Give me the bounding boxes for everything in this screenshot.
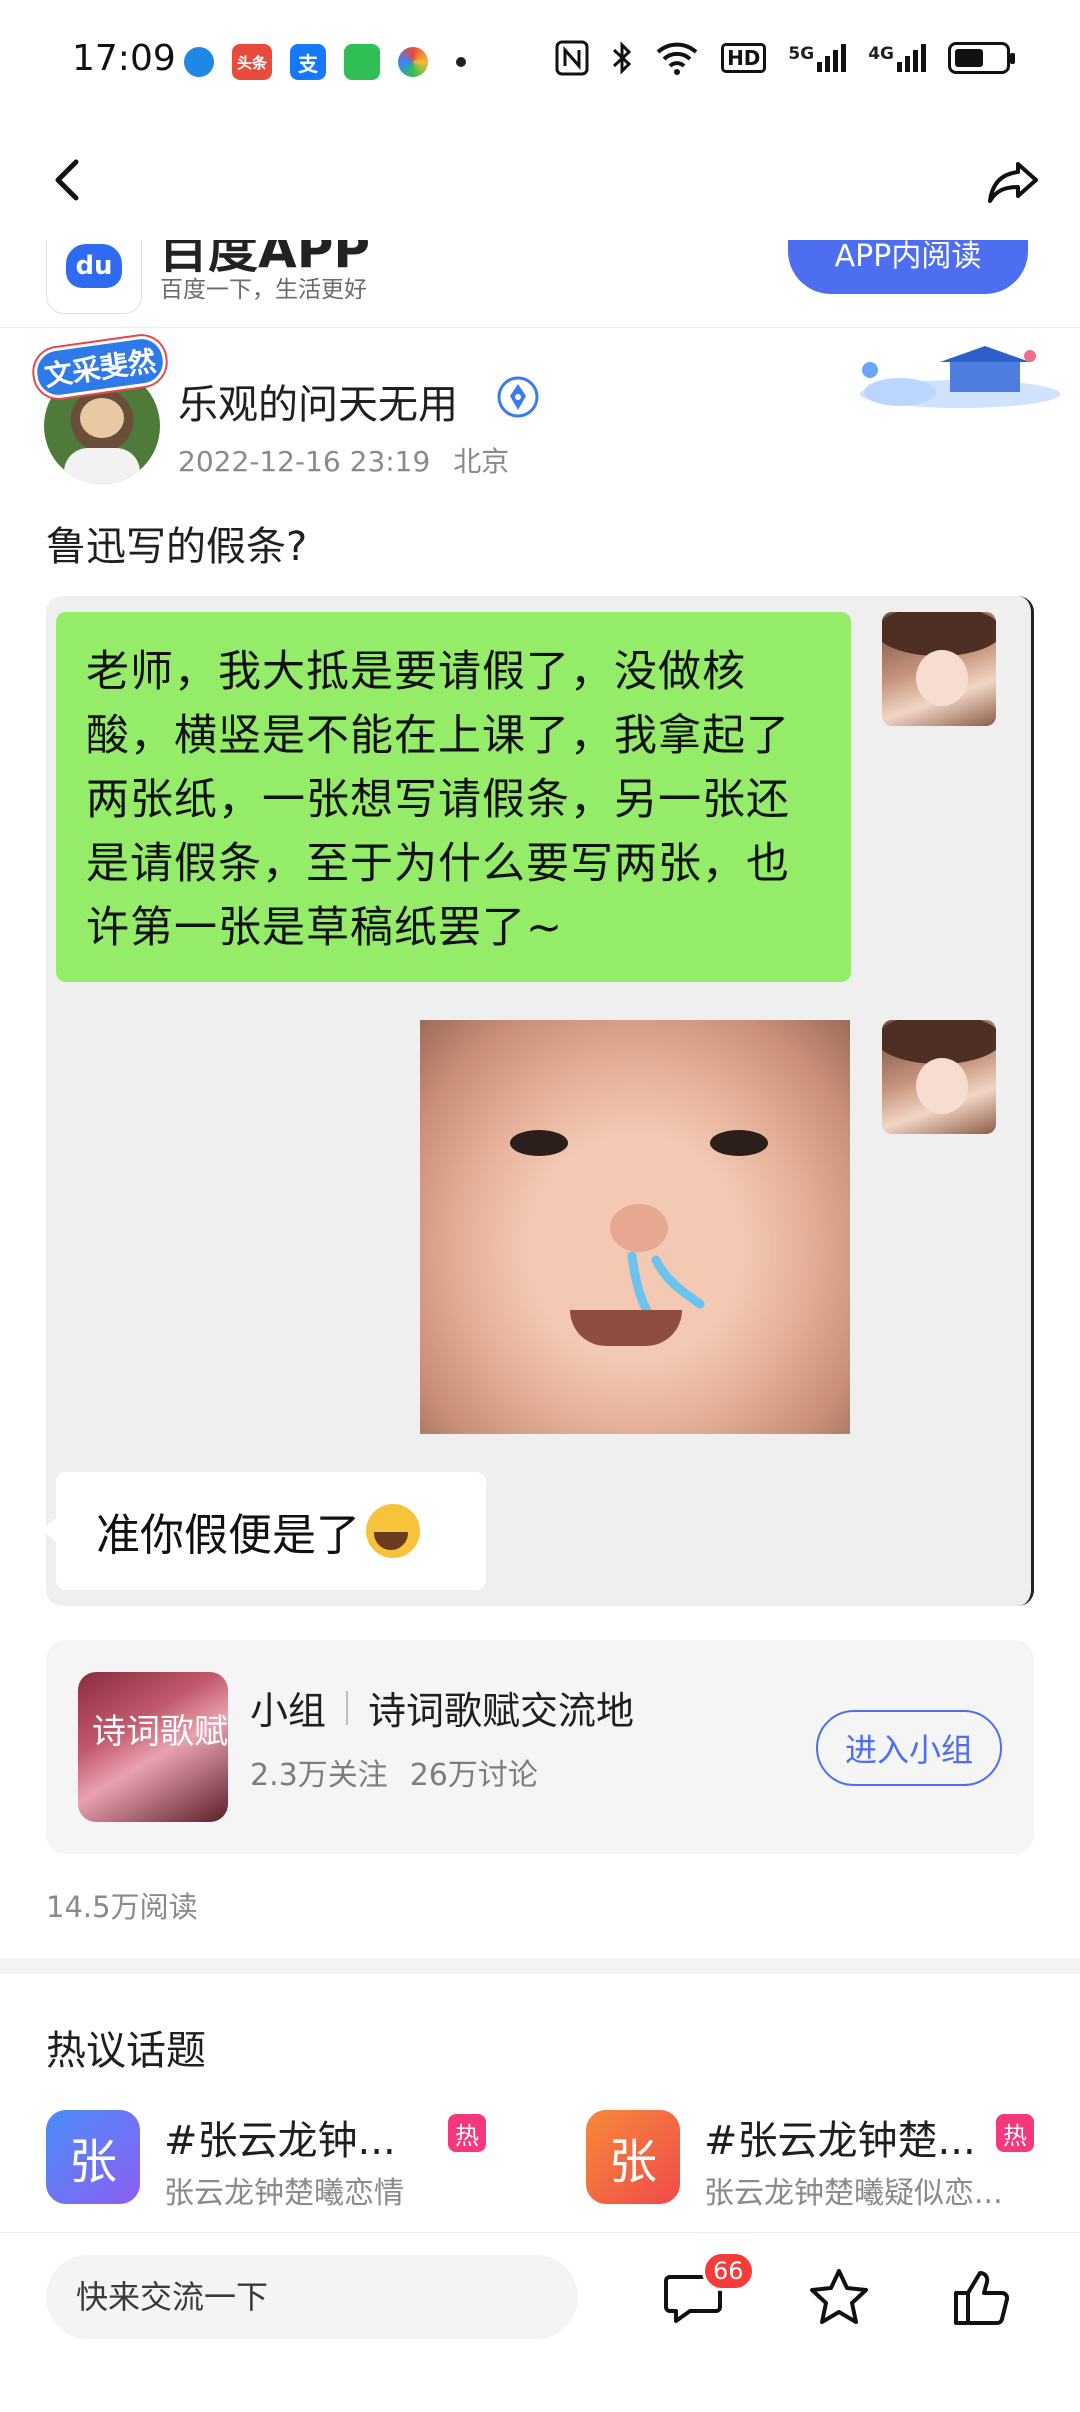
top-nav — [0, 120, 1080, 240]
topic-title: #张云龙钟... — [164, 2118, 396, 2164]
post-meta: 2022-12-16 23:19 北京 — [178, 440, 509, 480]
join-group-button[interactable]: 进入小组 — [816, 1710, 1002, 1786]
chat-reply-text: 准你假便是了 — [96, 1510, 360, 1561]
system-icons: HD 5G 4G — [555, 40, 1015, 76]
hot-topics-title: 热议话题 — [46, 2028, 206, 2074]
section-divider — [0, 1958, 1080, 1974]
bottom-action-bar: 66 — [0, 2232, 1080, 2412]
star-icon[interactable] — [804, 2263, 874, 2333]
status-time: 17:09 — [72, 38, 176, 79]
battery-icon — [948, 42, 1015, 74]
post-date: 2022-12-16 23:19 — [178, 445, 431, 478]
chat-message-sent: 老师，我大抵是要请假了，没做核酸，横竖是不能在上课了，我拿起了两张纸，一张想写请… — [56, 612, 851, 982]
topic-icon: 张 — [586, 2110, 680, 2204]
comment-input[interactable] — [46, 2255, 578, 2339]
baidu-logo: du — [46, 240, 142, 314]
hot-topic-item[interactable]: 张 #张云龙钟... 热 张云龙钟楚曦恋情 — [46, 2108, 516, 2211]
circle-app-icon — [398, 47, 428, 77]
4g-signal-icon: 4G — [868, 44, 926, 72]
status-bar: 17:09 头条 支 HD 5G 4G — [0, 0, 1080, 120]
more-notifications-dot — [456, 57, 466, 67]
hot-badge: 热 — [448, 2114, 486, 2152]
hot-badge: 热 — [996, 2114, 1034, 2152]
app-banner[interactable]: du 百度APP 百度一下，生活更好 APP内阅读 — [0, 240, 1080, 328]
post-title: 鲁迅写的假条? — [46, 524, 308, 570]
baidu-paw-icon: du — [66, 244, 122, 288]
topic-icon: 张 — [46, 2110, 140, 2204]
bird-app-icon — [184, 47, 214, 77]
group-stats: 2.3万关注 26万讨论 — [250, 1750, 538, 1794]
like-icon[interactable] — [948, 2263, 1018, 2333]
comment-count-badge: 66 — [702, 2251, 755, 2291]
5g-signal-icon: 5G — [788, 44, 847, 72]
toutiao-app-icon: 头条 — [232, 44, 272, 80]
group-type-label: 小组 — [250, 1689, 327, 1733]
share-icon[interactable] — [984, 152, 1044, 212]
decoration-illustration — [860, 346, 1060, 408]
crying-laughing-emoji-icon — [366, 1504, 420, 1558]
chat-avatar — [882, 1020, 996, 1134]
open-in-app-button[interactable]: APP内阅读 — [788, 240, 1028, 294]
group-name: 诗词歌赋交流地 — [368, 1689, 635, 1733]
group-discussions: 26万讨论 — [409, 1758, 538, 1793]
group-title-divider — [346, 1690, 349, 1725]
verified-icon — [497, 376, 539, 418]
author-name[interactable]: 乐观的问天无用 — [178, 372, 458, 430]
banner-subtitle: 百度一下，生活更好 — [160, 277, 367, 303]
group-card[interactable]: 诗词歌赋 小组 诗词歌赋交流地 2.3万关注 26万讨论 进入小组 — [46, 1640, 1034, 1854]
back-icon[interactable] — [40, 150, 100, 210]
read-count: 14.5万阅读 — [46, 1890, 198, 1924]
group-thumbnail: 诗词歌赋 — [78, 1672, 228, 1822]
alipay-app-icon: 支 — [290, 44, 326, 80]
chat-avatar — [882, 612, 996, 726]
hd-icon: HD — [721, 43, 767, 73]
post-image[interactable]: 老师，我大抵是要请假了，没做核酸，横竖是不能在上课了，我拿起了两张纸，一张想写请… — [46, 596, 1034, 1606]
group-followers: 2.3万关注 — [250, 1758, 388, 1793]
group-title: 小组 诗词歌赋交流地 — [250, 1680, 634, 1735]
chat-app-icon — [344, 44, 380, 80]
author-header: 文采斐然 乐观的问天无用 2022-12-16 23:19 北京 — [0, 330, 1080, 500]
wifi-icon — [656, 42, 698, 75]
topic-title: #张云龙钟楚... — [704, 2118, 976, 2164]
post-location: 北京 — [453, 445, 510, 478]
topic-subtitle: 张云龙钟楚曦恋情 — [164, 2176, 404, 2211]
hot-topic-item[interactable]: 张 #张云龙钟楚... 热 张云龙钟楚曦疑似恋... — [586, 2108, 1056, 2211]
nfc-icon — [555, 40, 589, 76]
bluetooth-icon — [613, 41, 632, 75]
chat-message-received: 准你假便是了 — [46, 1472, 486, 1590]
notification-icons: 头条 支 — [184, 44, 466, 80]
baby-face-sticker — [420, 1020, 850, 1434]
topic-subtitle: 张云龙钟楚曦疑似恋... — [704, 2176, 1003, 2211]
